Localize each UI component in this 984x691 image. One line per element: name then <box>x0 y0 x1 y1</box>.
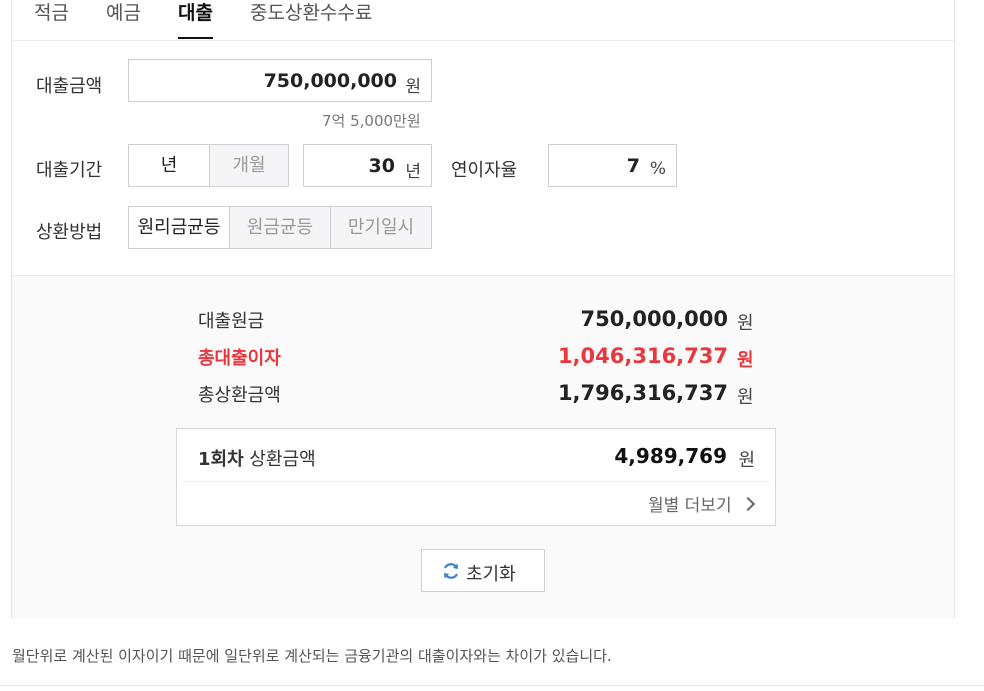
period-unit-year[interactable]: 년 <box>128 144 210 187</box>
rate-field[interactable]: 7 % <box>548 144 677 187</box>
bottom-divider <box>0 685 984 686</box>
principal-value: 750,000,000 <box>580 307 728 331</box>
chevron-right-icon <box>740 496 756 512</box>
period-unit-month[interactable]: 개월 <box>209 144 289 187</box>
monthly-more-label: 월별 더보기 <box>647 496 732 516</box>
amount-field[interactable]: 750,000,000 원 <box>128 59 432 102</box>
period-input-value: 30 <box>368 155 395 177</box>
first-repayment-round: 1회차 <box>198 449 244 470</box>
period-label: 대출기간 <box>36 160 103 181</box>
result-section: 대출원금 750,000,000 원 총대출이자 1,046,316,737 원… <box>12 275 954 619</box>
amount-hint: 7억 5,000만원 <box>322 112 421 130</box>
tab-savings[interactable]: 적금 <box>34 0 69 39</box>
total-unit: 원 <box>737 387 754 408</box>
repay-divider <box>183 481 769 482</box>
principal-unit: 원 <box>737 313 754 334</box>
amount-unit: 원 <box>405 77 421 97</box>
amount-label: 대출금액 <box>36 76 103 97</box>
method-bullet[interactable]: 만기일시 <box>330 206 432 249</box>
principal-label: 대출원금 <box>198 311 265 332</box>
monthly-more-link[interactable]: 월별 더보기 <box>647 491 756 516</box>
reset-button[interactable]: 초기화 <box>421 549 545 592</box>
tab-prepayment-fee[interactable]: 중도상환수수료 <box>250 0 372 39</box>
interest-label: 총대출이자 <box>198 348 281 369</box>
method-equal-payment[interactable]: 원리금균등 <box>128 206 230 249</box>
tab-deposit[interactable]: 예금 <box>106 0 141 39</box>
rate-unit: % <box>649 159 666 179</box>
reset-label: 초기화 <box>466 564 516 585</box>
loan-calculator-panel: 적금 예금 대출 중도상환수수료 대출금액 750,000,000 원 7억 5… <box>11 0 955 619</box>
first-repayment-label: 1회차 상환금액 <box>198 445 316 471</box>
refresh-icon <box>441 561 461 586</box>
rate-label: 연이자율 <box>451 160 518 181</box>
first-repayment-value: 4,989,769 <box>614 444 727 468</box>
amount-input-value: 750,000,000 <box>263 70 397 92</box>
method-equal-principal[interactable]: 원금균등 <box>229 206 331 249</box>
first-repayment-text: 상환금액 <box>249 449 316 470</box>
interest-value: 1,046,316,737 <box>557 344 728 368</box>
period-field[interactable]: 30 년 <box>303 144 432 187</box>
first-repayment-unit: 원 <box>738 450 755 471</box>
rate-input-value: 7 <box>626 155 640 177</box>
method-label: 상환방법 <box>36 222 103 243</box>
first-repayment-box: 1회차 상환금액 4,989,769 원 월별 더보기 <box>176 428 776 526</box>
total-value: 1,796,316,737 <box>557 381 728 405</box>
interest-unit: 원 <box>737 350 754 371</box>
period-value-unit: 년 <box>405 162 421 182</box>
tab-loan[interactable]: 대출 <box>178 0 213 39</box>
calculator-tabs: 적금 예금 대출 중도상환수수료 <box>12 0 954 41</box>
total-label: 총상환금액 <box>198 385 281 406</box>
footnote: 월단위로 계산된 이자이기 때문에 일단위로 계산되는 금융기관의 대출이자와는… <box>12 647 612 665</box>
